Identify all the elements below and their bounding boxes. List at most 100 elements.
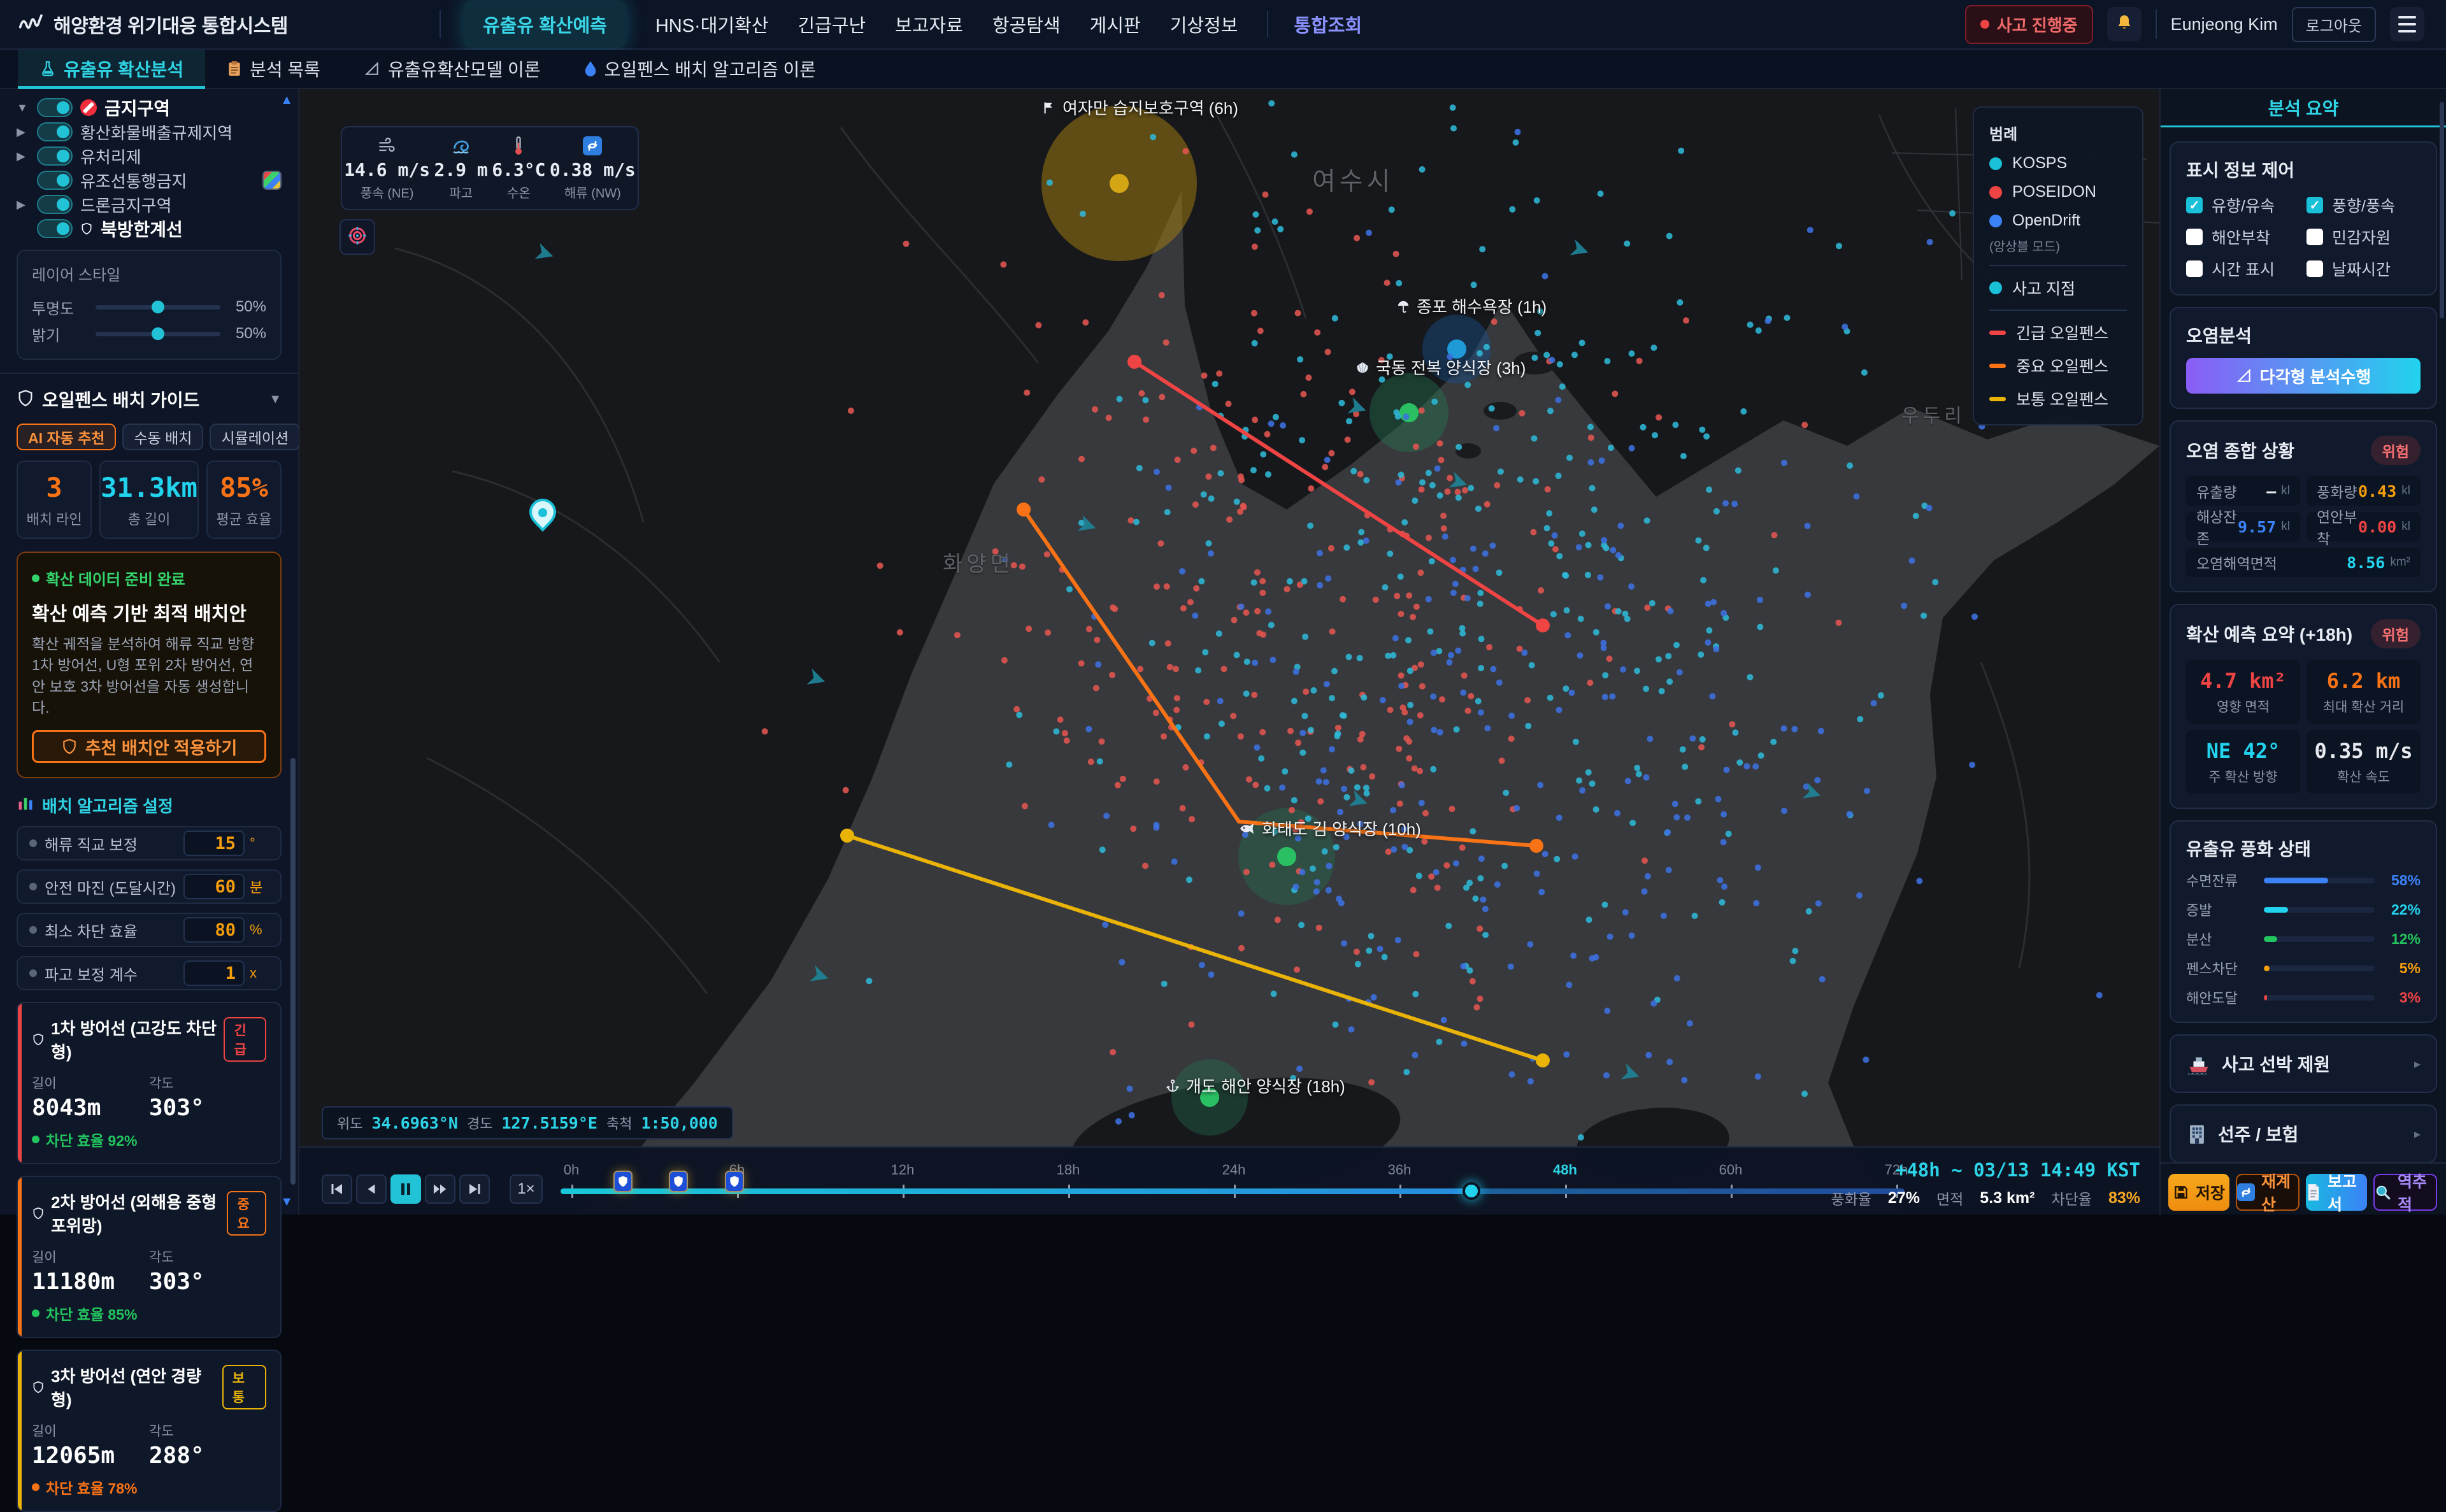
nav-item-유출유 확산예측[interactable]: 유출유 확산예측: [464, 1, 626, 48]
oil-fence-line[interactable]: [1024, 510, 1536, 846]
site-label[interactable]: 여자만 습지보호구역 (6h): [1042, 96, 1238, 119]
fence-deploy-marker[interactable]: [725, 1171, 744, 1192]
expander-icon[interactable]: ▶: [17, 198, 29, 211]
skip-end-button[interactable]: [459, 1174, 490, 1204]
toggle-knob: [57, 125, 69, 138]
checkbox-icon[interactable]: [2307, 229, 2323, 245]
tab-분석 목록[interactable]: 분석 목록: [205, 50, 342, 88]
layer-toggle[interactable]: [37, 122, 73, 141]
nav-item-통합조회[interactable]: 통합조회: [1267, 11, 1362, 38]
timeline-thumb[interactable]: [1463, 1182, 1480, 1200]
zone-center-dot[interactable]: [1110, 174, 1129, 193]
layer-toggle[interactable]: [37, 98, 73, 117]
action-button-재계산[interactable]: 재계산: [2236, 1174, 2299, 1211]
fence-endpoint[interactable]: [1536, 1053, 1550, 1067]
fence-deploy-marker[interactable]: [613, 1171, 633, 1192]
checkbox-icon[interactable]: ✓: [2186, 197, 2203, 213]
nav-item-HNS·대기확산[interactable]: HNS·대기확산: [655, 11, 769, 38]
coord-value: 127.5159°E: [501, 1114, 597, 1132]
skip-start-button[interactable]: [322, 1174, 352, 1204]
setting-input[interactable]: 1: [183, 960, 245, 986]
action-button-역추적[interactable]: 역추적: [2373, 1174, 2437, 1211]
coord-value: 34.6963°N: [371, 1114, 457, 1132]
speed-button[interactable]: 1×: [510, 1174, 543, 1204]
checkbox-icon[interactable]: [2307, 260, 2323, 277]
polygon-analysis-button[interactable]: 다각형 분석수행: [2186, 358, 2421, 394]
checkbox-icon[interactable]: [2186, 260, 2203, 277]
sidebar-scrollbar[interactable]: [2440, 102, 2444, 318]
fence-endpoint[interactable]: [840, 829, 854, 843]
checkbox-풍향/풍속[interactable]: ✓풍향/풍속: [2307, 194, 2421, 217]
checkbox-해안부착[interactable]: 해안부착: [2186, 225, 2300, 248]
checkbox-민감자원[interactable]: 민감자원: [2307, 225, 2421, 248]
slider-knob[interactable]: [152, 327, 164, 340]
bar-fill: [2264, 995, 2267, 1001]
step-back-button[interactable]: [356, 1174, 387, 1204]
setting-input[interactable]: 80: [183, 917, 245, 943]
fence-endpoint[interactable]: [1529, 839, 1543, 853]
chevron-down-icon[interactable]: ▼: [269, 392, 282, 407]
setting-input[interactable]: 60: [183, 874, 245, 899]
tab-오일펜스 배치 알고리즘 이론[interactable]: 오일펜스 배치 알고리즘 이론: [562, 50, 838, 88]
notifications-button[interactable]: [2107, 7, 2142, 41]
setting-label: 최소 차단 효율: [45, 919, 138, 941]
collapsed-card-사고 선박 제원[interactable]: 사고 선박 제원▸: [2170, 1034, 2437, 1093]
mode-button-AI 자동 추천[interactable]: AI 자동 추천: [17, 424, 116, 450]
mode-button-시뮬레이션[interactable]: 시뮬레이션: [210, 424, 300, 450]
site-label[interactable]: 종포 해수욕장 (1h): [1396, 294, 1547, 318]
layer-toggle[interactable]: [37, 195, 73, 214]
layer-toggle[interactable]: [37, 171, 73, 190]
scroll-up-icon[interactable]: ▲: [280, 93, 293, 108]
expander-icon[interactable]: ▼: [17, 101, 29, 115]
zone-center-dot[interactable]: [1277, 847, 1296, 866]
nav-item-항공탐색[interactable]: 항공탐색: [992, 11, 1061, 38]
logout-button[interactable]: 로그아웃: [2292, 7, 2376, 42]
slider-track[interactable]: [96, 305, 220, 310]
sidebar-scrollbar[interactable]: [290, 758, 296, 1185]
zone-center-dot[interactable]: [1399, 403, 1419, 422]
fence-guide-header[interactable]: 오일펜스 배치 가이드 ▼: [17, 387, 282, 412]
fence-endpoint[interactable]: [1017, 503, 1031, 517]
layer-style-icon[interactable]: [262, 171, 282, 190]
checkbox-날짜시간[interactable]: 날짜시간: [2307, 257, 2421, 280]
site-label[interactable]: 개도 해안 양식장 (18h): [1166, 1074, 1345, 1097]
recenter-button[interactable]: [340, 219, 375, 255]
slider-knob[interactable]: [152, 301, 164, 313]
action-button-보고서[interactable]: 보고서: [2306, 1174, 2367, 1211]
site-label[interactable]: 화태도 김 양식장 (10h): [1239, 817, 1421, 840]
report-icon: [2306, 1183, 2321, 1201]
action-button-저장[interactable]: 저장: [2168, 1174, 2229, 1211]
hamburger-icon: [2398, 16, 2416, 32]
fence-deploy-marker[interactable]: [669, 1171, 688, 1192]
incident-status-badge[interactable]: 사고 진행중: [1965, 5, 2093, 44]
checkbox-icon[interactable]: [2186, 229, 2203, 245]
layer-toggle[interactable]: [37, 146, 73, 166]
pause-button[interactable]: [390, 1174, 421, 1204]
nav-item-게시판[interactable]: 게시판: [1090, 11, 1141, 38]
collapsed-card-선주 / 보험[interactable]: 선주 / 보험▸: [2170, 1104, 2437, 1163]
nav-item-긴급구난[interactable]: 긴급구난: [797, 11, 866, 38]
scroll-down-icon[interactable]: ▼: [280, 1195, 293, 1209]
checkbox-icon[interactable]: ✓: [2307, 197, 2323, 213]
tab-유출유 확산분석[interactable]: 유출유 확산분석: [18, 50, 205, 88]
accident-pin-icon[interactable]: [531, 500, 555, 530]
tab-유출유확산모델 이론[interactable]: 유출유확산모델 이론: [342, 50, 562, 88]
fence-endpoint[interactable]: [1536, 618, 1550, 632]
menu-button[interactable]: [2390, 7, 2424, 41]
fast-forward-button[interactable]: [425, 1174, 455, 1204]
checkbox-시간 표시[interactable]: 시간 표시: [2186, 257, 2300, 280]
nav-item-보고자료[interactable]: 보고자료: [895, 11, 963, 38]
oil-fence-line[interactable]: [847, 836, 1543, 1060]
expander-icon[interactable]: ▶: [17, 150, 29, 163]
fence-endpoint[interactable]: [1127, 355, 1141, 369]
site-label[interactable]: 국동 전복 양식장 (3h): [1355, 355, 1526, 379]
layer-toggle[interactable]: [37, 219, 73, 238]
apply-plan-button[interactable]: 추천 배치안 적용하기: [32, 730, 266, 763]
checkbox-유향/유속[interactable]: ✓유향/유속: [2186, 194, 2300, 217]
slider-track[interactable]: [96, 332, 220, 336]
expander-icon[interactable]: ▶: [17, 125, 29, 139]
nav-item-기상정보[interactable]: 기상정보: [1170, 11, 1238, 38]
map-canvas[interactable]: 여수시화양면우두리여자만 습지보호구역 (6h)종포 해수욕장 (1h)국동 전…: [299, 89, 2159, 1215]
mode-button-수동 배치[interactable]: 수동 배치: [122, 424, 203, 450]
setting-input[interactable]: 15: [183, 831, 245, 856]
